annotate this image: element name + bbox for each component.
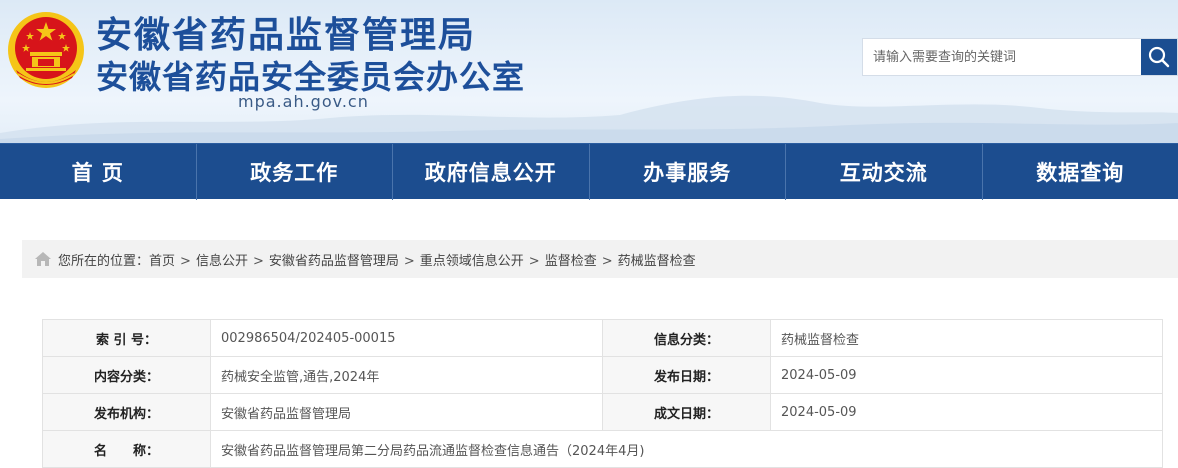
table-row: 名 称： 安徽省药品监督管理局第二分局药品流通监督检查信息通告（2024年4月) bbox=[43, 431, 1163, 468]
breadcrumb-prefix: 您所在的位置： bbox=[58, 254, 149, 269]
nav-item-government-affairs[interactable]: 政务工作 bbox=[197, 144, 394, 200]
search-icon bbox=[1148, 46, 1170, 68]
nav-item-info-disclosure[interactable]: 政府信息公开 bbox=[393, 144, 590, 200]
nav-item-data-query[interactable]: 数据查询 bbox=[983, 144, 1178, 200]
breadcrumb-separator: > bbox=[253, 254, 264, 269]
table-row: 发布机构： 安徽省药品监督管理局 成文日期： 2024-05-09 bbox=[43, 394, 1163, 431]
issuing-org-value: 安徽省药品监督管理局 bbox=[211, 394, 603, 431]
publish-date-value: 2024-05-09 bbox=[771, 357, 1163, 394]
home-icon bbox=[34, 251, 52, 267]
content-category-value: 药械安全监管,通告,2024年 bbox=[211, 357, 603, 394]
search-bar bbox=[862, 38, 1178, 76]
breadcrumb-link-home[interactable]: 首页 bbox=[149, 254, 175, 269]
breadcrumb-separator: > bbox=[529, 254, 540, 269]
table-row: 内容分类： 药械安全监管,通告,2024年 发布日期： 2024-05-09 bbox=[43, 357, 1163, 394]
breadcrumb-link-device-inspection[interactable]: 药械监督检查 bbox=[618, 254, 696, 269]
created-date-value: 2024-05-09 bbox=[771, 394, 1163, 431]
document-name-label: 名 称： bbox=[43, 431, 211, 468]
site-title-primary: 安徽省药品监督管理局 bbox=[96, 6, 476, 58]
breadcrumb: 您所在的位置：首页 > 信息公开 > 安徽省药品监督管理局 > 重点领域信息公开 > 监督检查 >… bbox=[22, 240, 1178, 278]
breadcrumb-separator: > bbox=[404, 254, 415, 269]
index-number-label: 索 引 号： bbox=[43, 320, 211, 357]
search-input[interactable] bbox=[863, 39, 1141, 75]
info-category-value: 药械监督检查 bbox=[771, 320, 1163, 357]
nav-item-home[interactable]: 首 页 bbox=[0, 144, 197, 200]
table-row: 索 引 号： 002986504/202405-00015 信息分类： 药械监督… bbox=[43, 320, 1163, 357]
issuing-org-label: 发布机构： bbox=[43, 394, 211, 431]
national-emblem-icon bbox=[6, 8, 86, 92]
breadcrumb-link-supervision[interactable]: 监督检查 bbox=[545, 254, 597, 269]
document-name-value: 安徽省药品监督管理局第二分局药品流通监督检查信息通告（2024年4月) bbox=[211, 431, 1163, 468]
breadcrumb-link-info-disclosure[interactable]: 信息公开 bbox=[196, 254, 248, 269]
main-nav: 首 页 政务工作 政府信息公开 办事服务 互动交流 数据查询 bbox=[0, 143, 1178, 199]
created-date-label: 成文日期： bbox=[603, 394, 771, 431]
breadcrumb-trail: 您所在的位置：首页 > 信息公开 > 安徽省药品监督管理局 > 重点领域信息公开 > 监督检查 >… bbox=[58, 250, 696, 269]
publish-date-label: 发布日期： bbox=[603, 357, 771, 394]
site-domain: mpa.ah.gov.cn bbox=[238, 92, 369, 111]
nav-item-services[interactable]: 办事服务 bbox=[590, 144, 787, 200]
nav-item-interaction[interactable]: 互动交流 bbox=[786, 144, 983, 200]
content-category-label: 内容分类： bbox=[43, 357, 211, 394]
breadcrumb-separator: > bbox=[180, 254, 191, 269]
index-number-value: 002986504/202405-00015 bbox=[211, 320, 603, 357]
breadcrumb-link-bureau[interactable]: 安徽省药品监督管理局 bbox=[269, 254, 399, 269]
breadcrumb-link-key-areas[interactable]: 重点领域信息公开 bbox=[420, 254, 524, 269]
info-category-label: 信息分类： bbox=[603, 320, 771, 357]
breadcrumb-separator: > bbox=[602, 254, 613, 269]
site-header: 安徽省药品监督管理局 安徽省药品安全委员会办公室 mpa.ah.gov.cn bbox=[0, 0, 1178, 143]
document-info-table: 索 引 号： 002986504/202405-00015 信息分类： 药械监督… bbox=[42, 319, 1163, 468]
search-button[interactable] bbox=[1141, 39, 1177, 75]
